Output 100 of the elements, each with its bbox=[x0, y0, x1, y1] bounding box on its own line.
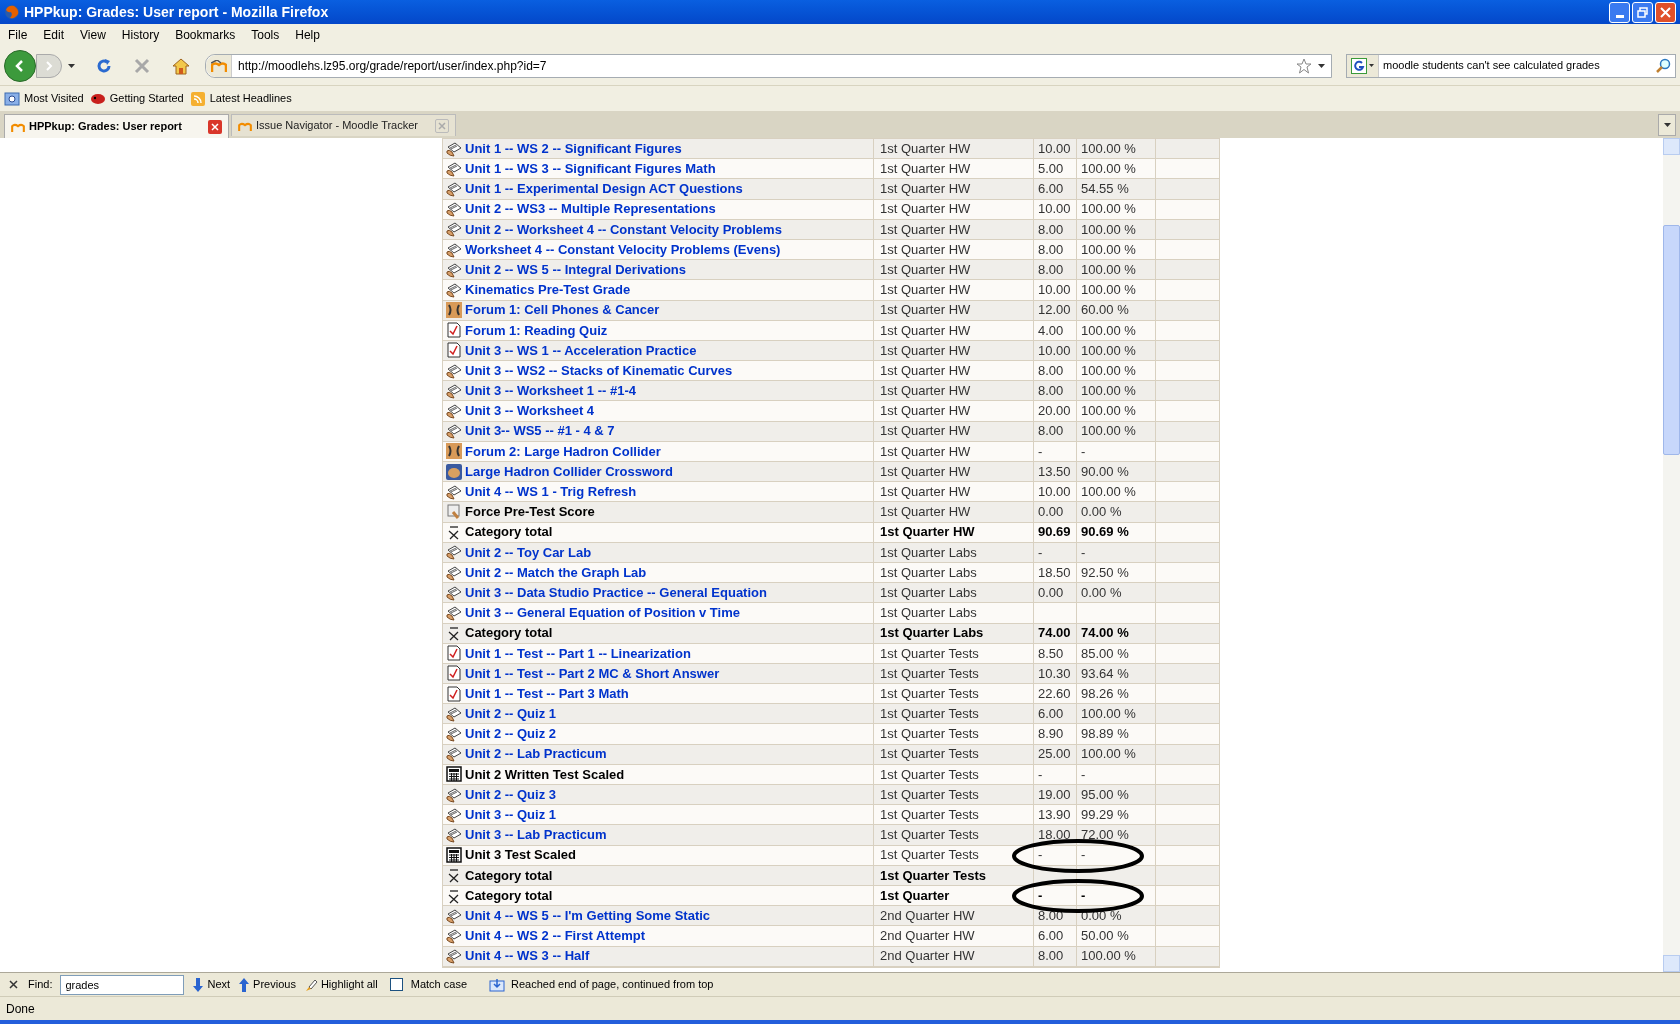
percentage-cell-text: 100.00 % bbox=[1081, 220, 1136, 239]
category-cell-text: 1st Quarter Tests bbox=[880, 745, 979, 764]
percentage-cell-text: - bbox=[1081, 765, 1086, 784]
menu-item[interactable]: Bookmarks bbox=[169, 26, 242, 44]
grade-item-link[interactable]: Unit 3 -- Data Studio Practice -- General Equation bbox=[465, 582, 767, 603]
category-cell-text: 1st Quarter HW bbox=[880, 462, 971, 481]
dropdown-arrow-icon[interactable] bbox=[1369, 64, 1374, 67]
grade-item-link[interactable]: Unit 3 -- General Equation of Position v Time bbox=[465, 603, 740, 623]
grade-item-link[interactable]: Kinematics Pre-Test Grade bbox=[465, 280, 631, 300]
browser-tab[interactable]: Issue Navigator - Moodle Tracker bbox=[231, 114, 456, 136]
grade-item-link[interactable]: Unit 3 -- Lab Practicum bbox=[465, 825, 607, 845]
menu-item[interactable]: Help bbox=[289, 26, 326, 44]
grade-cell-text: 8.00 bbox=[1038, 220, 1064, 239]
grade-item-link[interactable]: Unit 2 -- WS3 -- Multiple Representations bbox=[465, 199, 716, 219]
menu-item[interactable]: File bbox=[2, 26, 34, 44]
reload-icon[interactable] bbox=[95, 56, 113, 75]
category-cell-text: 1st Quarter HW bbox=[880, 523, 975, 542]
grade-item-link[interactable]: Unit 3 -- Worksheet 4 bbox=[465, 401, 595, 421]
grade-cell-text: 10.30 bbox=[1038, 664, 1071, 683]
grade-item-link[interactable]: Unit 3 -- WS 1 -- Acceleration Practice bbox=[465, 340, 697, 361]
moodle-favicon-icon bbox=[238, 120, 252, 131]
restore-icon bbox=[1637, 6, 1648, 18]
grade-item-link[interactable]: Unit 2 -- Worksheet 4 -- Constant Velocity Problems bbox=[465, 219, 782, 240]
next-button[interactable]: Next bbox=[192, 976, 231, 993]
previous-button[interactable]: Previous bbox=[238, 976, 296, 993]
percentage-cell-text: 100.00 % bbox=[1081, 260, 1136, 279]
grade-item-link[interactable]: Unit 3 -- Worksheet 1 -- #1-4 bbox=[465, 381, 636, 401]
grade-item-link[interactable]: Unit 4 -- WS 1 - Trig Refresh bbox=[465, 482, 637, 502]
percentage-cell-text: 50.00 % bbox=[1081, 927, 1129, 946]
grade-item-link[interactable]: Unit 3 -- WS2 -- Stacks of Kinematic Curves bbox=[465, 360, 733, 381]
browser-tab[interactable]: HPPkup: Grades: User report bbox=[4, 114, 229, 138]
moodle-favicon-icon bbox=[210, 59, 227, 72]
grade-item-link[interactable]: Unit 2 -- Quiz 2 bbox=[465, 724, 556, 744]
back-button[interactable] bbox=[4, 49, 36, 82]
wrapped-search-icon bbox=[489, 977, 505, 992]
grade-item-link[interactable]: Unit 3 -- Quiz 1 bbox=[465, 805, 556, 825]
grade-item-link[interactable]: Unit 1 -- Test -- Part 1 -- Linearization bbox=[465, 643, 691, 664]
window-title: HPPkup: Grades: User report - Mozilla Firefox bbox=[24, 2, 329, 22]
percentage-cell-text: 74.00 % bbox=[1081, 624, 1129, 643]
scrollbar[interactable] bbox=[1663, 138, 1680, 972]
grade-item-link[interactable]: Unit 1 -- Test -- Part 2 MC & Short Answer bbox=[465, 663, 720, 684]
highlight-all-button[interactable]: Highlight all bbox=[303, 976, 378, 993]
find-label: Find: bbox=[28, 977, 53, 993]
grade-item-link[interactable]: Forum 2: Large Hadron Collider bbox=[465, 441, 661, 462]
grade-item-link[interactable]: Unit 2 -- WS 5 -- Integral Derivations bbox=[465, 259, 687, 280]
grade-item-link[interactable]: Unit 2 -- Toy Car Lab bbox=[465, 542, 592, 563]
home-icon[interactable] bbox=[171, 56, 191, 75]
dropdown-arrow-icon[interactable] bbox=[68, 63, 75, 68]
grade-item-link[interactable]: Unit 4 -- WS 3 -- Half bbox=[465, 946, 590, 966]
grade-item-link[interactable]: Unit 2 -- Quiz 3 bbox=[465, 784, 556, 805]
grade-item-link[interactable]: Unit 3-- WS5 -- #1 - 4 & 7 bbox=[465, 421, 615, 441]
menu-item[interactable]: Tools bbox=[245, 26, 286, 44]
search-engine-icon[interactable] bbox=[1351, 57, 1367, 74]
grade-item-link[interactable]: Unit 1 -- WS 2 -- Significant Figures bbox=[465, 138, 682, 159]
category-cell-text: 1st Quarter Tests bbox=[880, 664, 979, 683]
find-field[interactable]: grades bbox=[60, 974, 185, 995]
menu-item[interactable]: View bbox=[74, 26, 112, 44]
grade-item-link[interactable]: Unit 1 -- Test -- Part 3 Math bbox=[465, 683, 629, 704]
grade-cell-text: 22.60 bbox=[1038, 684, 1071, 703]
bookmark-item[interactable]: Latest Headlines bbox=[189, 90, 292, 107]
grade-item-link[interactable]: Worksheet 4 -- Constant Velocity Problems (Evens) bbox=[465, 239, 781, 260]
menu-item[interactable]: Edit bbox=[37, 26, 71, 44]
tab-label: Issue Navigator - Moodle Tracker bbox=[256, 118, 418, 134]
grade-item-link[interactable]: Unit 1 -- WS 3 -- Significant Figures Math bbox=[465, 159, 716, 179]
category-cell-text: 1st Quarter Labs bbox=[880, 604, 977, 623]
grade-item-link[interactable]: Unit 2 -- Match the Graph Lab bbox=[465, 562, 647, 583]
grade-item-link[interactable]: Unit 4 -- WS 5 -- I'm Getting Some Static bbox=[465, 905, 711, 926]
percentage-cell-text: 100.00 % bbox=[1081, 341, 1136, 360]
close-icon bbox=[211, 122, 219, 131]
grade-cell-text: - bbox=[1038, 765, 1043, 784]
category-cell-text: 1st Quarter HW bbox=[880, 139, 971, 158]
search-icon[interactable] bbox=[1655, 57, 1671, 74]
category-cell-text: 1st Quarter HW bbox=[880, 180, 971, 199]
match-case-checkbox[interactable] bbox=[389, 978, 403, 991]
grade-item-link[interactable]: Forum 1: Cell Phones & Cancer bbox=[465, 300, 660, 320]
grade-item-link[interactable]: Forum 1: Reading Quiz bbox=[465, 320, 608, 341]
grade-item-link[interactable]: Unit 1 -- Experimental Design ACT Questions bbox=[465, 179, 743, 199]
bookmark-star-icon[interactable] bbox=[1296, 57, 1312, 74]
grade-item-link[interactable]: Unit 4 -- WS 2 -- First Attempt bbox=[465, 926, 646, 946]
grade-cell-text: 5.00 bbox=[1038, 160, 1064, 179]
grade-item-link[interactable]: Unit 2 -- Quiz 1 bbox=[465, 704, 556, 724]
category-cell-text: 1st Quarter Tests bbox=[880, 705, 979, 724]
grade-item-link[interactable]: Large Hadron Collider Crossword bbox=[465, 461, 674, 482]
menu-item[interactable]: History bbox=[115, 26, 166, 44]
dropdown-arrow-icon[interactable] bbox=[1318, 63, 1325, 68]
restore-button[interactable] bbox=[1632, 1, 1653, 23]
percentage-cell-text: 90.69 % bbox=[1081, 523, 1129, 542]
bookmark-item[interactable]: Most Visited bbox=[4, 90, 84, 107]
close-button[interactable] bbox=[1655, 1, 1676, 23]
search-field[interactable]: moodle students can't see calculated grades bbox=[1346, 53, 1676, 78]
address-bar[interactable]: http://moodlehs.lz95.org/grade/report/user/index.php?id=7 bbox=[205, 53, 1332, 78]
bookmark-item[interactable]: Getting Started bbox=[89, 90, 184, 107]
percentage-cell-text: 100.00 % bbox=[1081, 947, 1136, 966]
category-cell-text: 1st Quarter HW bbox=[880, 200, 971, 219]
tab-list-button[interactable] bbox=[1658, 114, 1676, 136]
category-cell-text: 2nd Quarter HW bbox=[880, 947, 975, 966]
feed-icon bbox=[189, 91, 206, 106]
tab-close-button[interactable] bbox=[208, 119, 222, 134]
minimize-button[interactable] bbox=[1609, 1, 1630, 23]
grade-item-link[interactable]: Unit 2 -- Lab Practicum bbox=[465, 744, 607, 764]
